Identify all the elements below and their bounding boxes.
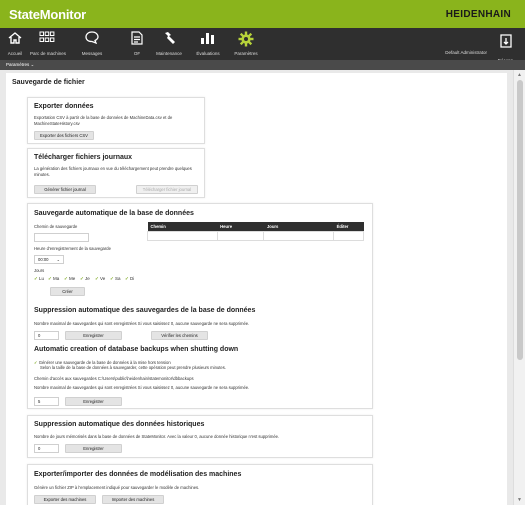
nav-messages-label: Messages [81,51,103,56]
nav-home-label: Accueil [7,51,23,56]
modeling-title: Exporter/importer des données de modélis… [34,471,242,478]
logout-icon [493,31,519,49]
shutdown-max-input[interactable]: 5 [34,397,59,406]
nav-machines-label: Parc de machines [30,51,67,56]
day-checkbox-3[interactable]: ✓ Je [80,276,90,282]
wrench-icon [154,31,184,51]
backup-settings-card: Sauvegarde automatique de la base de don… [27,203,373,409]
checkmark-icon: ✓ [48,276,52,281]
col-path: Chemin [147,222,218,231]
page-title: Sauvegarde de fichier [12,79,85,86]
nav-settings[interactable]: Paramètres [232,28,260,60]
nav-messages[interactable]: Messages [80,28,104,60]
shutdown-desc: Nombre maximal de sauvegardes qui sont e… [34,385,250,390]
nav-evaluations-label: Évaluations [196,51,220,56]
nav-maintenance-label: Maintenance [156,51,182,56]
document-icon [128,31,146,51]
shutdown-check-sub: Selon la taille de la base de données à … [40,365,227,370]
logs-card: Télécharger fichiers journaux La générat… [27,148,205,198]
table-header-row: Chemin Heure Jours Éditer [147,222,364,231]
nav-evaluations[interactable]: Évaluations [194,28,222,60]
col-edit: Éditer [333,222,364,231]
vertical-scrollbar[interactable]: ▲ ▼ [513,70,525,505]
download-log-button[interactable]: Télécharger fichier journal [136,185,198,194]
path-label: Chemin de sauvegarde [34,224,78,229]
scroll-down-icon[interactable]: ▼ [517,497,522,503]
export-machines-button[interactable]: Exporter des machines [34,495,96,504]
backup-time-select[interactable]: 00:00 ⌄ [34,255,64,264]
day-checkbox-6[interactable]: ✓ Di [125,276,134,282]
day-checkbox-4[interactable]: ✓ Ve [95,276,105,282]
logs-title: Télécharger fichiers journaux [34,154,133,161]
user-name[interactable]: Default Administrator [445,50,487,55]
top-bar: StateMonitor HEIDENHAIN [0,0,525,28]
page-panel: Sauvegarde de fichier Exporter données E… [6,73,507,505]
days-label: Jours [34,268,45,273]
history-days-input[interactable]: 0 [34,444,59,453]
autodelete-title: Suppression automatique des sauvegardes … [34,307,256,314]
history-save-button[interactable]: Enregistrer [65,444,122,453]
modeling-card: Exporter/importer des données de modélis… [27,464,373,505]
checkmark-icon: ✓ [110,276,114,281]
checkmark-icon: ✓ [34,360,38,365]
bar-chart-icon [194,31,222,51]
autobackup-title: Sauvegarde automatique de la base de don… [34,210,194,217]
export-title: Exporter données [34,103,94,110]
table-row [147,230,364,241]
app-name: StateMonitor [9,7,87,22]
nav-machines[interactable]: Parc de machines [30,28,67,60]
col-days: Jours [263,222,334,231]
max-backups-input[interactable]: 0 [34,331,59,340]
checkmark-icon: ✓ [125,276,129,281]
nav-home[interactable]: Accueil [4,28,26,60]
main-navigation: Accueil Parc de machines Messages OF Mai… [0,28,525,63]
shutdown-title: Automatic creation of database backups w… [34,346,239,353]
col-time: Heure [217,222,264,231]
time-label: Heure d'enregistrement de la sauvegarde [34,246,111,251]
create-backup-button[interactable]: Créer [50,287,85,296]
generate-log-button[interactable]: Générer fichier journal [34,185,96,194]
backup-time-value: 00:00 [38,257,49,262]
nav-maintenance[interactable]: Maintenance [154,28,184,60]
logs-desc: La génération des fichiers journaux en v… [34,166,192,177]
day-checkbox-1[interactable]: ✓ Ma [48,276,59,282]
nav-settings-label: Paramètres [234,51,258,56]
vendor-logo: HEIDENHAIN [445,9,511,20]
day-checkbox-5[interactable]: ✓ Sa [110,276,121,282]
autodelete-desc: Nombre maximal de sauvegardes qui sont e… [34,321,250,326]
checkmark-icon: ✓ [34,276,38,281]
scrollbar-thumb[interactable] [517,80,523,360]
shutdown-path-text: Chemin d'accès aux sauvegardes C:\Users\… [34,376,194,381]
breadcrumb[interactable]: Paramètres ⌄ [6,62,34,68]
export-desc: Exportation CSV à partir de la base de d… [34,115,173,126]
checkmark-icon: ✓ [95,276,99,281]
content-area: Sauvegarde de fichier Exporter données E… [0,70,513,505]
export-csv-button[interactable]: Exporter des fichiers CSV [34,131,94,140]
checkmark-icon: ✓ [64,276,68,281]
check-paths-button[interactable]: Vérifier les chemins [151,331,208,340]
chevron-down-icon: ⌄ [56,257,60,262]
shutdown-save-button[interactable]: Enregistrer [65,397,122,406]
gear-icon [232,31,260,51]
import-machines-button[interactable]: Importer des machines [102,495,164,504]
history-desc: Nombre de jours mémorisés dans la base d… [34,434,280,439]
message-icon [80,31,104,51]
modeling-desc: Génère un fichier ZIP à l'emplacement in… [34,485,200,490]
scroll-up-icon[interactable]: ▲ [517,72,522,78]
autodelete-save-button[interactable]: Enregistrer [65,331,122,340]
nav-orders[interactable]: OF [128,28,146,60]
backup-path-input[interactable] [34,233,89,242]
checkmark-icon: ✓ [80,276,84,281]
grid-icon [30,31,64,51]
export-card: Exporter données Exportation CSV à parti… [27,97,205,144]
backup-table: Chemin Heure Jours Éditer [147,222,364,241]
breadcrumb-bar: Paramètres ⌄ [0,60,525,70]
day-checkbox-0[interactable]: ✓ Lu [34,276,44,282]
history-title: Suppression automatique des données hist… [34,421,205,428]
home-icon [4,31,26,51]
day-checkbox-2[interactable]: ✓ Me [64,276,75,282]
history-card: Suppression automatique des données hist… [27,415,373,458]
nav-orders-label: OF [133,51,141,56]
